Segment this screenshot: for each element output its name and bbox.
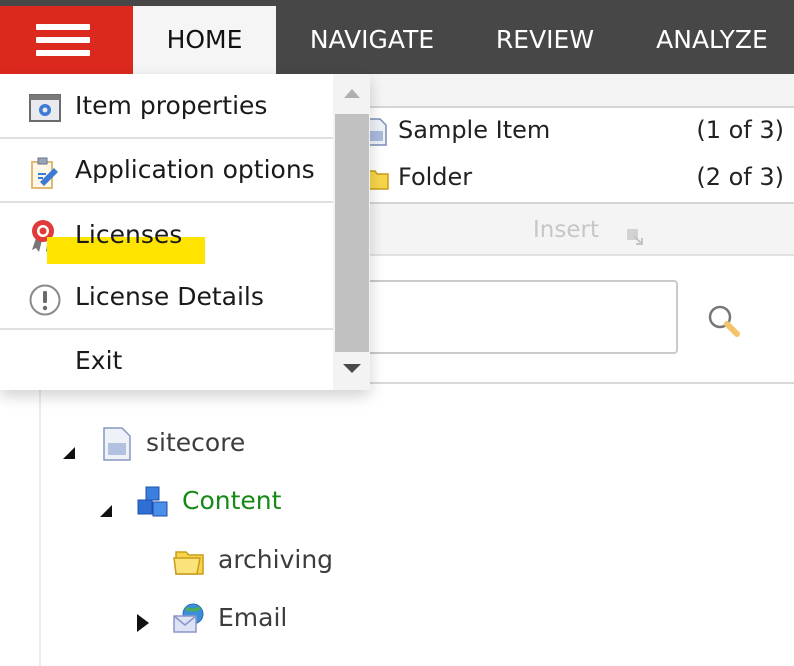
application-options-icon [28,156,62,190]
document-icon [102,427,132,467]
collapse-triangle-icon[interactable] [62,437,76,466]
menu-item-license-details[interactable]: License Details [0,267,333,329]
tab-analyze[interactable]: ANALYZE [640,6,784,74]
insert-group-label: Insert [533,217,599,243]
email-globe-icon [172,602,206,642]
tree-panel-border [39,384,41,666]
folder-icon [172,544,206,584]
menu-separator [0,328,333,330]
hamburger-line [36,50,90,56]
insert-group-bar: Insert [360,204,794,256]
scroll-down-arrow-icon[interactable] [333,356,370,390]
menu-item-label: Exit [75,346,123,375]
hamburger-line [36,24,90,30]
main-menu-button[interactable] [0,6,133,74]
menu-item-label: Item properties [75,91,268,120]
tree-node-label: archiving [218,545,334,574]
hamburger-line [36,37,90,43]
menu-item-application-options[interactable]: Application options [0,140,333,202]
gallery-item-label: Folder [398,163,473,191]
search-area [356,256,794,384]
tab-review[interactable]: REVIEW [480,6,610,74]
menu-item-exit[interactable]: Exit [0,331,333,393]
menu-separator [0,201,333,203]
tree-node-label: sitecore [146,428,246,457]
gallery-item-label: Sample Item [398,116,551,144]
scroll-up-arrow-icon[interactable] [333,74,370,108]
menu-scrollbar[interactable] [333,74,370,390]
gallery-item-sample-item[interactable]: Sample Item (1 of 3) [360,108,794,154]
scrollbar-thumb[interactable] [335,114,369,352]
menu-item-label: Licenses [75,220,183,249]
top-navigation-bar: HOME NAVIGATE REVIEW ANALYZE [0,0,794,74]
collapse-triangle-icon[interactable] [99,495,113,524]
expand-triangle-icon[interactable] [136,610,150,639]
menu-separator [0,137,333,139]
menu-item-item-properties[interactable]: Item properties [0,76,333,138]
search-icon[interactable] [705,302,745,342]
content-cubes-icon [136,485,170,525]
tree-node-label: Content [182,486,282,515]
info-exclamation-icon [28,283,62,317]
gallery-item-folder[interactable]: Folder (2 of 3) [360,155,794,201]
menu-item-label: Application options [75,155,315,184]
item-properties-icon [28,92,62,126]
gallery-item-count: (2 of 3) [696,163,784,191]
tab-navigate[interactable]: NAVIGATE [289,6,455,74]
tab-home[interactable]: HOME [133,6,276,74]
application-menu-dropdown: Item properties Application options Lice… [0,74,370,390]
search-input[interactable] [356,280,678,354]
expand-dialog-icon[interactable] [626,228,644,250]
insert-gallery: Sample Item (1 of 3) Folder (2 of 3) [360,108,794,204]
menu-item-label: License Details [75,282,264,311]
tree-node-label: Email [218,603,288,632]
gallery-item-count: (1 of 3) [696,116,784,144]
